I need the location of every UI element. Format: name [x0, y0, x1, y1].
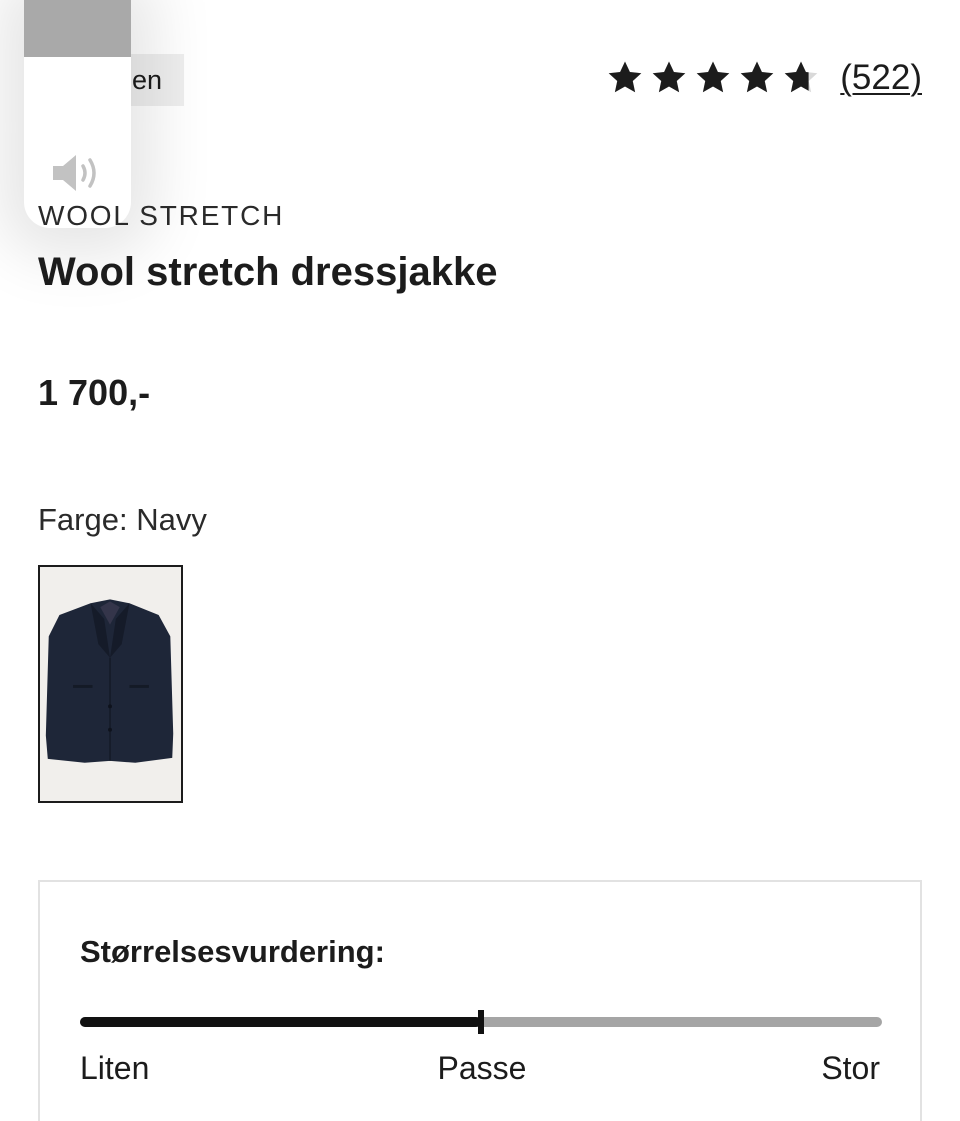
size-rating-title: Størrelsesvurdering: [80, 934, 385, 969]
speaker-icon [53, 155, 96, 191]
star-icon [652, 61, 686, 93]
product-title: Wool stretch dressjakke [38, 250, 498, 294]
review-count-link[interactable]: (522) [840, 58, 922, 98]
size-rating-panel: Størrelsesvurdering: Liten Passe Stor [38, 880, 922, 1121]
rating[interactable]: (522) [606, 58, 922, 98]
star-icon [608, 61, 642, 93]
brand-name: WOOL STRETCH [38, 200, 285, 231]
volume-level-fill[interactable] [24, 0, 131, 57]
size-rating-track [80, 1010, 882, 1034]
jacket-thumbnail [40, 568, 181, 800]
size-rating-mid-label: Passe [437, 1050, 527, 1086]
product-price: 1 700,- [38, 372, 151, 413]
size-rating-fill [80, 1017, 481, 1027]
star-icon [784, 61, 818, 93]
size-rating-max-label: Stor [821, 1050, 880, 1086]
volume-overlay[interactable] [24, 0, 131, 228]
tag-badge-label: en [131, 64, 162, 95]
rating-stars [606, 59, 820, 97]
color-swatch-navy[interactable] [38, 565, 183, 803]
color-label: Farge: Navy [38, 502, 207, 537]
size-rating-marker [478, 1010, 484, 1034]
star-icon [696, 61, 730, 93]
star-icon [740, 61, 774, 93]
